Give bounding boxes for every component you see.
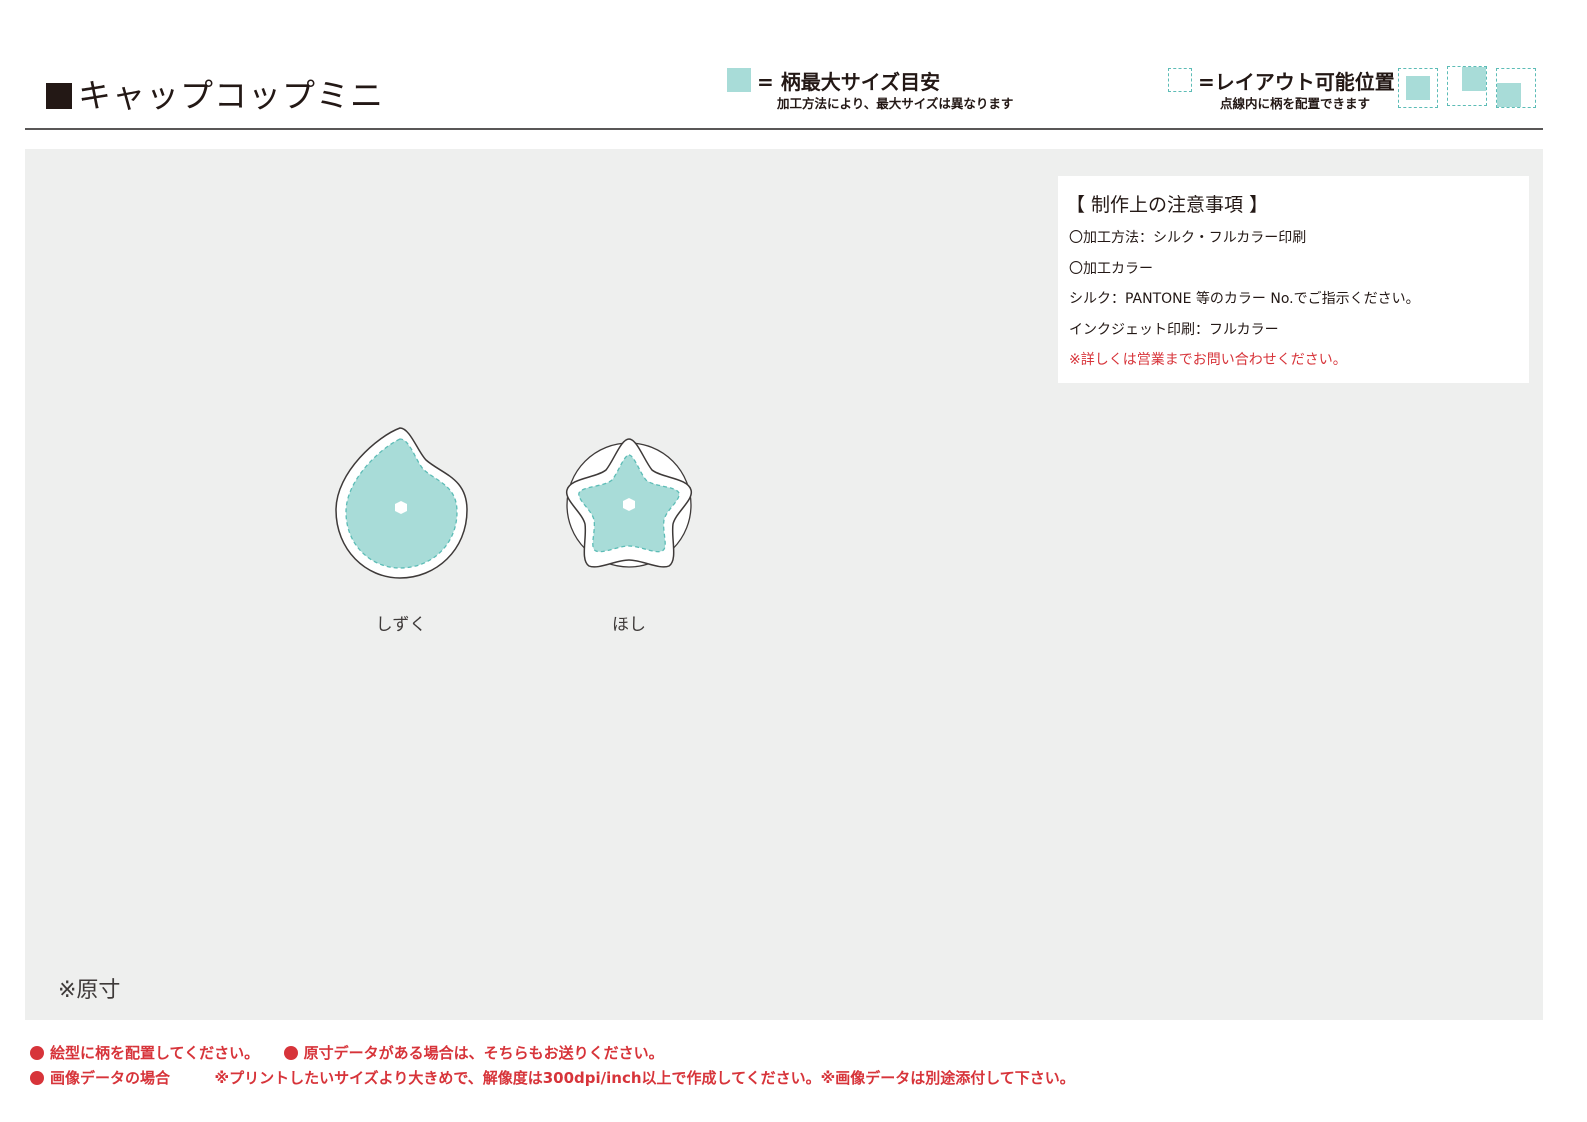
layout-example-top-icon xyxy=(1447,66,1487,106)
footer-line-1: 絵型に柄を配置してください。 原寸データがある場合は、そちらもお送りください。 xyxy=(30,1042,664,1063)
drop-shape-icon xyxy=(335,427,468,579)
scale-note: ※原寸 xyxy=(58,978,121,1003)
notes-line: シルク：PANTONE 等のカラー No.でご指示ください。 xyxy=(1069,291,1420,307)
header-divider xyxy=(25,128,1543,130)
print-area-swatch-icon xyxy=(727,68,751,92)
star-shape-icon xyxy=(566,438,692,568)
footer-instruction: 絵型に柄を配置してください。 xyxy=(50,1044,260,1062)
drop-label: しずく xyxy=(375,615,427,635)
footer-instruction: 原寸データがある場合は、そちらもお送りください。 xyxy=(303,1044,664,1062)
legend-max-size-note: 加工方法により、最大サイズは異なります xyxy=(777,96,1014,111)
footer-instruction: 画像データの場合 xyxy=(50,1069,171,1087)
legend-max-size-label: = 柄最大サイズ目安 xyxy=(757,70,941,94)
legend-layout-note: 点線内に柄を配置できます xyxy=(1220,96,1371,111)
square-bullet-icon xyxy=(46,83,72,109)
notes-heading: 【 制作上の注意事項 】 xyxy=(1066,194,1269,216)
notes-line: インクジェット印刷：フルカラー xyxy=(1069,322,1279,338)
page-title-text: キャップコップミニ xyxy=(78,76,384,115)
notes-line: 〇加工方法：シルク・フルカラー印刷 xyxy=(1069,230,1307,246)
layout-example-bottom-icon xyxy=(1496,68,1536,108)
footer-instruction: ※プリントしたいサイズより大きめで、解像度は300dpi/inch以上で作成して… xyxy=(214,1069,1075,1087)
star-label: ほし xyxy=(612,615,646,635)
legend-layout-label: =レイアウト可能位置 xyxy=(1198,70,1395,94)
red-bullet-icon xyxy=(30,1046,44,1060)
layout-example-center-icon xyxy=(1398,68,1438,108)
red-bullet-icon xyxy=(283,1046,298,1060)
dashed-box-icon xyxy=(1168,68,1192,92)
notes-line: 〇加工カラー xyxy=(1069,261,1153,277)
page-title: キャップコップミニ xyxy=(46,76,384,116)
notes-warning: ※詳しくは営業までお問い合わせください。 xyxy=(1069,352,1347,368)
footer-line-2: 画像データの場合 ※プリントしたいサイズより大きめで、解像度は300dpi/in… xyxy=(30,1067,1075,1088)
red-bullet-icon xyxy=(30,1071,44,1085)
production-notes: 【 制作上の注意事項 】 〇加工方法：シルク・フルカラー印刷 〇加工カラー シル… xyxy=(1058,176,1529,383)
